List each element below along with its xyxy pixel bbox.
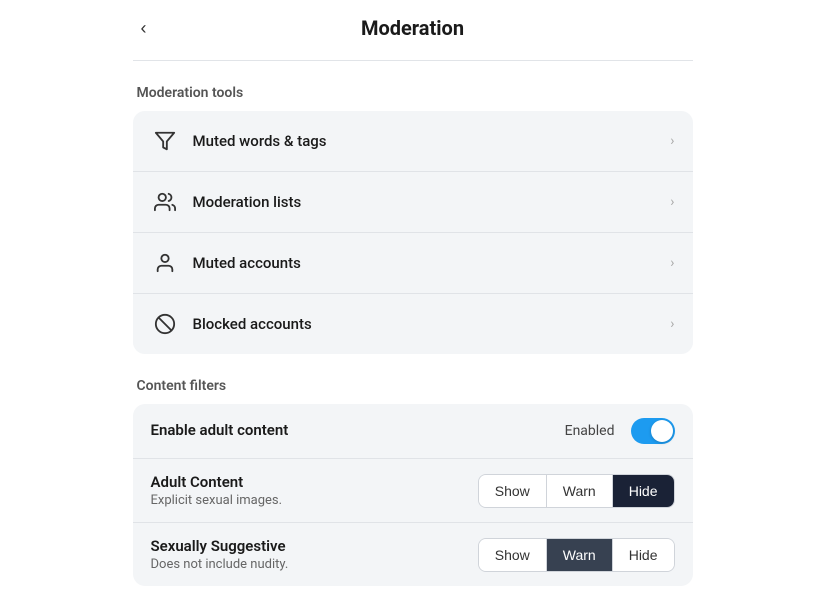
moderation-tools-card: Muted words & tags › Moderation lists ›	[133, 111, 693, 354]
chevron-right-icon: ›	[670, 255, 674, 271]
moderation-tools-section: Moderation tools Muted words & tags ›	[133, 85, 693, 354]
muted-accounts-label: Muted accounts	[193, 254, 671, 272]
enable-adult-row: Enable adult content Enabled	[133, 404, 693, 459]
toggle-knob	[651, 420, 673, 442]
moderation-lists-item[interactable]: Moderation lists ›	[133, 172, 693, 233]
block-icon	[151, 310, 179, 338]
adult-content-title: Adult Content	[151, 473, 478, 491]
adult-content-toggle[interactable]	[631, 418, 675, 444]
moderation-lists-label: Moderation lists	[193, 193, 671, 211]
chevron-right-icon: ›	[670, 316, 674, 332]
muted-words-item[interactable]: Muted words & tags ›	[133, 111, 693, 172]
users-icon	[151, 188, 179, 216]
blocked-accounts-label: Blocked accounts	[193, 315, 671, 333]
suggestive-hide-button[interactable]: Hide	[613, 539, 674, 571]
muted-accounts-item[interactable]: Muted accounts ›	[133, 233, 693, 294]
sexually-suggestive-row: Sexually Suggestive Does not include nud…	[133, 523, 693, 586]
adult-content-btn-group: Show Warn Hide	[478, 474, 675, 508]
back-icon: ‹	[141, 18, 147, 38]
suggestive-warn-button[interactable]: Warn	[547, 539, 613, 571]
sexually-suggestive-subtitle: Does not include nudity.	[151, 557, 478, 572]
adult-hide-button[interactable]: Hide	[613, 475, 674, 507]
adult-content-row: Adult Content Explicit sexual images. Sh…	[133, 459, 693, 523]
back-button[interactable]: ‹	[133, 14, 155, 43]
blocked-accounts-item[interactable]: Blocked accounts ›	[133, 294, 693, 354]
suggestive-show-button[interactable]: Show	[479, 539, 547, 571]
enable-adult-title: Enable adult content	[151, 421, 565, 439]
content-filters-label: Content filters	[133, 378, 693, 394]
adult-warn-button[interactable]: Warn	[547, 475, 613, 507]
sexually-suggestive-title: Sexually Suggestive	[151, 537, 478, 555]
user-icon	[151, 249, 179, 277]
chevron-right-icon: ›	[670, 194, 674, 210]
suggestive-btn-group: Show Warn Hide	[478, 538, 675, 572]
adult-content-subtitle: Explicit sexual images.	[151, 493, 478, 508]
chevron-right-icon: ›	[670, 133, 674, 149]
adult-show-button[interactable]: Show	[479, 475, 547, 507]
content-filters-section: Content filters Enable adult content Ena…	[133, 378, 693, 586]
content-filters-card: Enable adult content Enabled Adult Conte…	[133, 404, 693, 586]
toggle-enabled-label: Enabled	[565, 423, 615, 439]
filter-icon	[151, 127, 179, 155]
moderation-tools-label: Moderation tools	[133, 85, 693, 101]
page-title: Moderation	[361, 16, 464, 40]
header: ‹ Moderation	[133, 0, 693, 61]
muted-words-label: Muted words & tags	[193, 132, 671, 150]
